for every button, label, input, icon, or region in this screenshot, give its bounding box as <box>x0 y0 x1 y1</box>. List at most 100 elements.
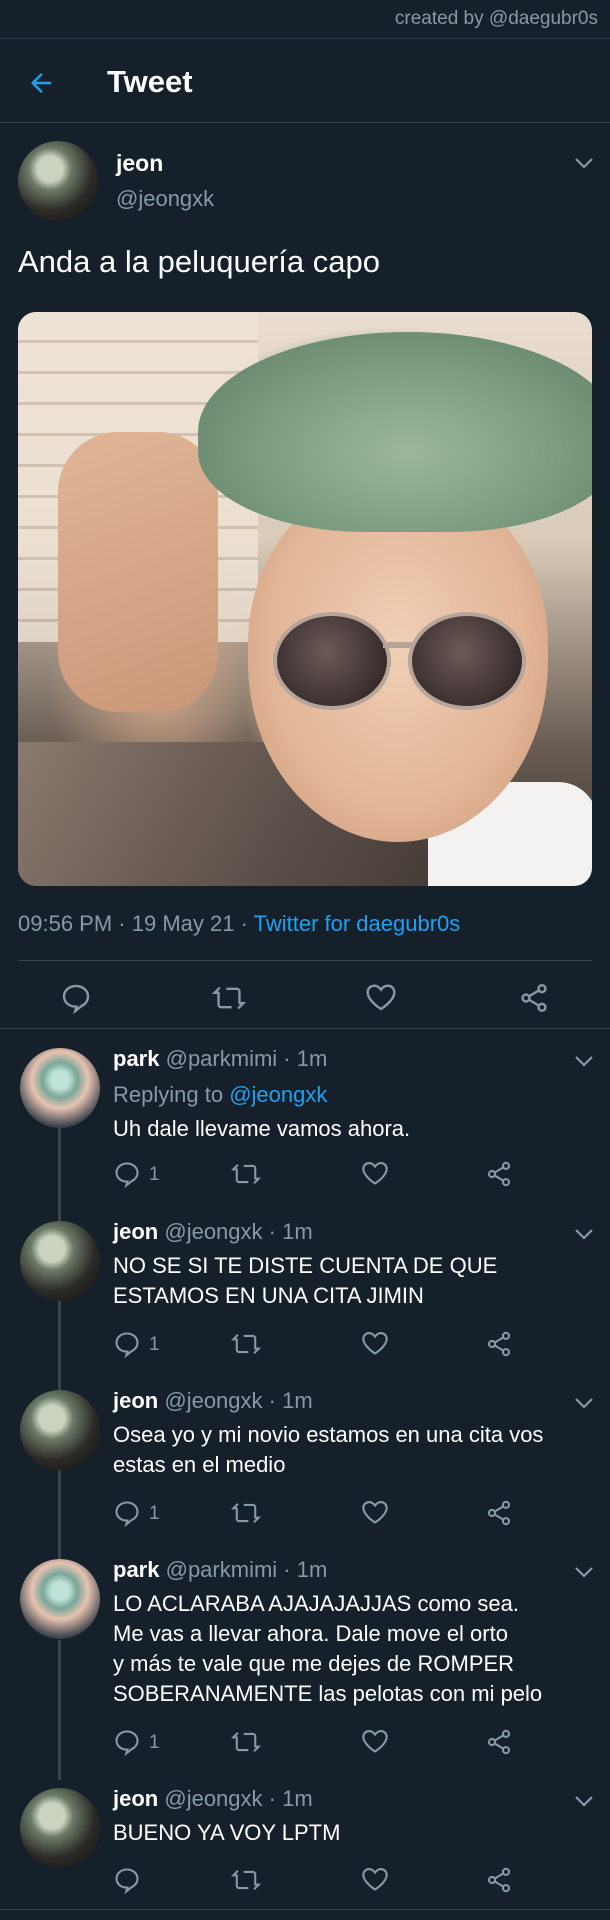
tweet-time: 09:56 PM <box>18 911 113 936</box>
avatar[interactable] <box>20 1390 100 1470</box>
author-name[interactable]: jeon <box>116 150 163 177</box>
retweet-icon[interactable] <box>231 1866 261 1894</box>
divider <box>18 960 592 961</box>
chevron-down-icon[interactable] <box>574 1565 594 1579</box>
tweet-date: 19 May 21 <box>131 911 235 936</box>
reply-actions: 1 <box>113 1330 570 1360</box>
reply-text-line: y más te vale que me dejes de ROMPER <box>113 1651 515 1676</box>
photo-arm <box>58 432 218 712</box>
reply-time: 1m <box>282 1388 313 1413</box>
author-handle[interactable]: @jeongxk <box>164 1219 262 1244</box>
like-icon[interactable] <box>365 982 397 1012</box>
reply-text-line: Uh dale llevame vamos ahora. <box>113 1116 411 1141</box>
tweet-text: Anda a la peluquería capo <box>18 244 380 279</box>
reply-text: BUENO YA VOY LPTM <box>113 1818 340 1848</box>
reply-header: park @parkmimi · 1m <box>113 1046 327 1072</box>
retweet-icon[interactable] <box>231 1160 261 1188</box>
page-title: Tweet <box>107 64 193 99</box>
retweet-icon[interactable] <box>231 1499 261 1527</box>
chevron-down-icon[interactable] <box>574 1054 594 1068</box>
credit-label: created by @daegubr0s <box>394 8 598 29</box>
like-icon[interactable] <box>361 1728 389 1754</box>
retweet-icon[interactable] <box>212 982 246 1014</box>
reply-time: 1m <box>282 1219 313 1244</box>
separator: · <box>262 1388 283 1413</box>
photo-sunglasses-bridge <box>383 642 413 648</box>
share-icon[interactable] <box>518 982 550 1014</box>
reply-tweet[interactable]: jeon @jeongxk · 1m Osea yo y mi novio es… <box>0 1372 610 1542</box>
avatar[interactable] <box>18 141 98 221</box>
like-icon[interactable] <box>361 1160 389 1186</box>
reply-actions <box>113 1866 570 1896</box>
reply-time: 1m <box>296 1557 328 1582</box>
separator: · <box>112 911 132 936</box>
share-icon[interactable] <box>485 1866 513 1894</box>
reply-actions: 1 <box>113 1160 570 1190</box>
retweet-icon[interactable] <box>231 1728 261 1756</box>
reply-tweet[interactable]: jeon @jeongxk · 1m NO SE SI TE DISTE CUE… <box>0 1203 610 1373</box>
share-icon[interactable] <box>485 1160 513 1188</box>
share-icon[interactable] <box>485 1330 513 1358</box>
reply-text-line: BUENO YA VOY LPTM <box>113 1820 341 1845</box>
author-name[interactable]: park <box>113 1046 159 1071</box>
reply-icon[interactable] <box>113 1499 141 1527</box>
reply-actions: 1 <box>113 1499 570 1529</box>
avatar[interactable] <box>20 1221 100 1301</box>
reply-icon[interactable] <box>113 1866 141 1894</box>
reply-header: jeon @jeongxk · 1m <box>113 1219 313 1245</box>
author-name[interactable]: park <box>113 1557 159 1582</box>
tweet-source[interactable]: Twitter for daegubr0s <box>254 911 461 936</box>
author-handle[interactable]: @jeongxk <box>116 186 214 212</box>
app-header: Tweet <box>0 44 610 124</box>
avatar[interactable] <box>20 1048 100 1128</box>
separator: · <box>277 1557 297 1582</box>
reply-text: Uh dale llevame vamos ahora. <box>113 1114 410 1144</box>
chevron-down-icon[interactable] <box>574 1396 594 1410</box>
author-name[interactable]: jeon <box>113 1219 158 1244</box>
tweet-meta: 09:56 PM · 19 May 21 · Twitter for daegu… <box>18 911 460 937</box>
reply-icon[interactable] <box>113 1728 141 1756</box>
like-icon[interactable] <box>361 1499 389 1525</box>
chevron-down-icon[interactable] <box>574 156 594 170</box>
avatar[interactable] <box>20 1788 100 1868</box>
reply-text-line: estas en el medio <box>113 1452 286 1477</box>
author-handle[interactable]: @jeongxk <box>164 1786 262 1811</box>
arrow-left-icon[interactable] <box>26 68 56 98</box>
reply-icon[interactable] <box>113 1160 141 1188</box>
reply-actions: 1 <box>113 1728 570 1758</box>
divider <box>0 38 610 39</box>
reply-header: park @parkmimi · 1m <box>113 1557 327 1583</box>
author-handle[interactable]: @parkmimi <box>166 1046 278 1071</box>
reply-tweet[interactable]: park @parkmimi · 1m Replying to @jeongxk… <box>0 1030 610 1210</box>
author-name[interactable]: jeon <box>113 1388 158 1413</box>
divider <box>0 1028 610 1029</box>
retweet-icon[interactable] <box>231 1330 261 1358</box>
replying-handle-link[interactable]: @jeongxk <box>229 1082 327 1107</box>
reply-header: jeon @jeongxk · 1m <box>113 1786 313 1812</box>
like-icon[interactable] <box>361 1330 389 1356</box>
divider <box>0 1909 610 1910</box>
reply-text-line: ESTAMOS EN UNA CITA JIMIN <box>113 1283 424 1308</box>
author-handle[interactable]: @jeongxk <box>164 1388 262 1413</box>
reply-tweet[interactable]: park @parkmimi · 1m LO ACLARABA AJAJAJAJ… <box>0 1541 610 1771</box>
avatar[interactable] <box>20 1559 100 1639</box>
chevron-down-icon[interactable] <box>574 1794 594 1808</box>
like-icon[interactable] <box>361 1866 389 1892</box>
reply-header: jeon @jeongxk · 1m <box>113 1388 313 1414</box>
chevron-down-icon[interactable] <box>574 1227 594 1241</box>
reply-icon[interactable] <box>113 1330 141 1358</box>
reply-text: Osea yo y mi novio estamos en una cita v… <box>113 1420 543 1480</box>
reply-time: 1m <box>282 1786 313 1811</box>
reply-text-line: Me vas a llevar ahora. Dale move el orto <box>113 1621 508 1646</box>
reply-count: 1 <box>149 1164 160 1185</box>
author-handle[interactable]: @parkmimi <box>166 1557 278 1582</box>
reply-time: 1m <box>296 1046 328 1071</box>
reply-icon[interactable] <box>60 982 92 1014</box>
share-icon[interactable] <box>485 1499 513 1527</box>
reply-count: 1 <box>149 1732 160 1753</box>
share-icon[interactable] <box>485 1728 513 1756</box>
tweet-photo[interactable] <box>18 312 592 886</box>
author-name[interactable]: jeon <box>113 1786 158 1811</box>
reply-tweet[interactable]: jeon @jeongxk · 1m BUENO YA VOY LPTM <box>0 1770 610 1910</box>
reply-text-line: SOBERANAMENTE las pelotas con mi pelo <box>113 1681 543 1706</box>
